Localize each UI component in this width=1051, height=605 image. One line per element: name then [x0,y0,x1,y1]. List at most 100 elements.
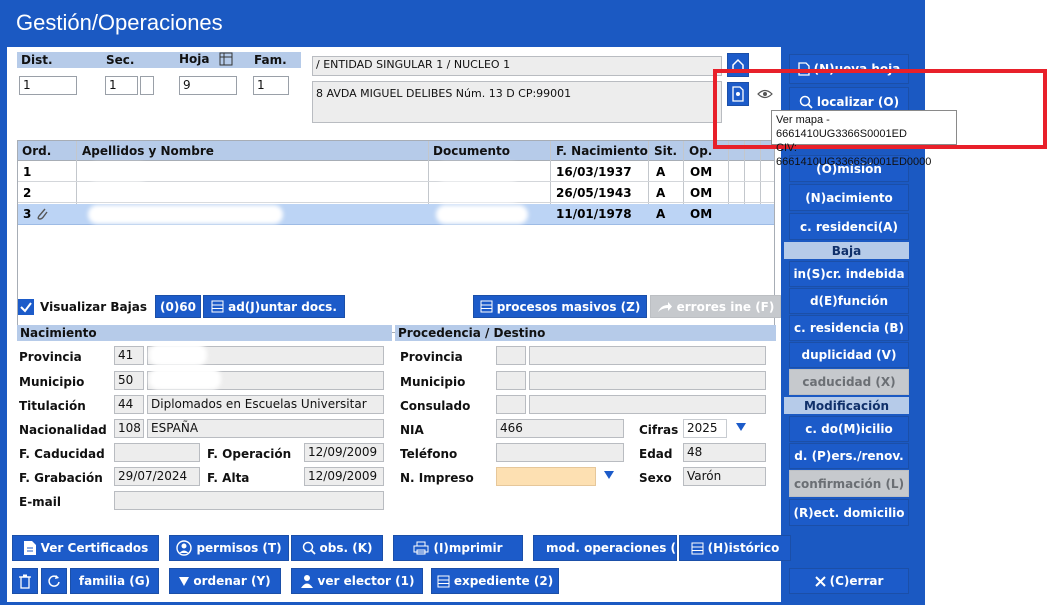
foperacion-label: F. Operación [207,447,292,461]
historico-button[interactable]: (H)istórico [679,535,791,561]
mod-operaciones-button[interactable]: mod. operaciones ( [533,535,677,561]
titulacion-code-field[interactable]: 44 [114,395,144,414]
row-op: OM [690,186,713,200]
ordenar-button[interactable]: ordenar (Y) [169,568,281,594]
col-sit[interactable]: Sit. [654,144,677,158]
provincia-label: Provincia [19,350,82,364]
document-icon [23,541,36,555]
telefono-field[interactable] [496,443,624,462]
proc-provincia-code-field[interactable] [496,346,526,365]
proc-municipio-code-field[interactable] [496,371,526,390]
confirmacion-button[interactable]: confirmación (L) [789,470,909,497]
nacionalidad-code-field[interactable]: 108 [114,419,144,438]
municipio-code-field[interactable]: 50 [114,371,144,390]
modificacion-header: Modificación [784,397,909,414]
col-fnacimiento[interactable]: F. Nacimiento [556,144,648,158]
nacimiento-header: Nacimiento [17,325,392,341]
obs-button[interactable]: obs. (K) [291,535,383,561]
provincia-code-field[interactable]: 41 [114,346,144,365]
refresh-button[interactable] [41,568,67,594]
procesos-masivos-button[interactable]: procesos masivos (Z) [473,295,647,318]
close-icon [814,575,826,587]
edad-label: Edad [639,447,673,461]
ver-elector-button[interactable]: ver elector (1) [291,568,423,594]
consulado-label: Consulado [400,399,471,413]
paperclip-icon[interactable] [35,206,49,222]
caducidad-button[interactable]: caducidad (X) [789,369,909,395]
fcaducidad-label: F. Caducidad [19,447,105,461]
nimpreso-select[interactable] [496,467,596,486]
col-documento[interactable]: Documento [433,144,510,158]
visualizar-bajas-checkbox[interactable] [18,299,34,315]
redaction [436,184,520,202]
col-nombre[interactable]: Apellidos y Nombre [82,144,214,158]
nia-label: NIA [400,423,424,437]
cerrar-button[interactable]: (C)errar [789,568,909,594]
col-op[interactable]: Op. [689,144,712,158]
table-row[interactable]: 2 26/05/1943 A OM [18,183,774,203]
fcaducidad-field[interactable] [114,443,200,462]
foperacion-field: 12/09/2009 [304,443,384,462]
adjuntar-docs-button[interactable]: ad(J)untar docs. [203,295,345,318]
count-button[interactable]: (0)60 [155,295,201,318]
edad-field: 48 [683,443,766,462]
grid-icon[interactable] [219,52,233,66]
permisos-button[interactable]: permisos (T) [169,535,289,561]
chevron-down-icon[interactable] [604,471,614,479]
sec-sub-field[interactable] [140,76,154,95]
pers-renov-button[interactable]: d. (P)ers./renov. [789,443,909,469]
hoja-field[interactable]: 9 [179,76,237,95]
duplicidad-button[interactable]: duplicidad (V) [789,342,909,368]
col-ord[interactable]: Ord. [22,144,51,158]
user-circle-icon [176,540,193,556]
row-ord: 1 [23,165,32,179]
email-field[interactable] [114,491,384,510]
chevron-down-icon[interactable] [736,423,746,431]
row-op: OM [690,207,713,221]
window-title: Gestión/Operaciones [16,10,223,35]
defuncion-button[interactable]: d(E)función [789,288,909,314]
redaction [436,205,528,224]
app-window: Gestión/Operaciones Dist. Sec. Hoja Fam.… [0,0,1051,605]
nacimiento-button[interactable]: (N)acimiento [789,184,909,211]
entidad-field: / ENTIDAD SINGULAR 1 / NUCLEO 1 [312,56,722,76]
row-fnacimiento: 16/03/1937 [556,165,632,179]
ver-certificados-button[interactable]: Ver Certificados [12,535,159,561]
main-panel: Dist. Sec. Hoja Fam. 1 1 9 1 / ENTIDAD S… [7,47,791,602]
indebida-button[interactable]: in(S)cr. indebida [789,261,909,287]
redaction [149,368,221,390]
proc-provincia-label: Provincia [400,350,463,364]
residencia-a-button[interactable]: c. residenci(A) [789,213,909,240]
falta-label: F. Alta [207,471,250,485]
cerrar-label: (C)errar [829,574,884,588]
expediente-label: expediente (2) [453,574,554,588]
fam-field[interactable]: 1 [253,76,289,95]
redaction [88,163,148,181]
consulado-code-field[interactable] [496,395,526,414]
delete-button[interactable] [12,568,38,594]
trash-icon [19,574,31,589]
imprimir-button[interactable]: (I)mprimir [393,535,523,561]
procesos-label: procesos masivos (Z) [496,299,641,314]
table-icon [691,542,704,554]
sec-field[interactable]: 1 [105,76,138,95]
historico-label: (H)istórico [707,541,780,555]
titulacion-name-field: Diplomados en Escuelas Universitar [147,395,384,414]
cifras-select[interactable]: 2025 [683,419,727,438]
residencia-b-button[interactable]: c. residencia (B) [789,315,909,341]
errores-ine-button[interactable]: errores ine (F) [650,295,781,318]
proc-municipio-name-field [529,371,766,390]
domicilio-button[interactable]: c. do(M)icilio [789,416,909,442]
proc-municipio-label: Municipio [400,375,466,389]
municipio-label: Municipio [19,375,85,389]
sort-down-icon [179,576,190,586]
dist-field[interactable]: 1 [19,76,77,95]
row-fnacimiento: 11/01/1978 [556,207,632,221]
expediente-button[interactable]: expediente (2) [431,568,559,594]
errores-label: errores ine (F) [676,299,775,314]
fgrabacion-field: 29/07/2024 [114,467,200,486]
familia-button[interactable]: familia (G) [70,568,159,594]
tooltip-line1: Ver mapa - 6661410UG3366S0001ED [776,114,907,140]
search-icon [302,541,316,555]
rect-domicilio-button[interactable]: (R)ect. domicilio [789,499,909,526]
